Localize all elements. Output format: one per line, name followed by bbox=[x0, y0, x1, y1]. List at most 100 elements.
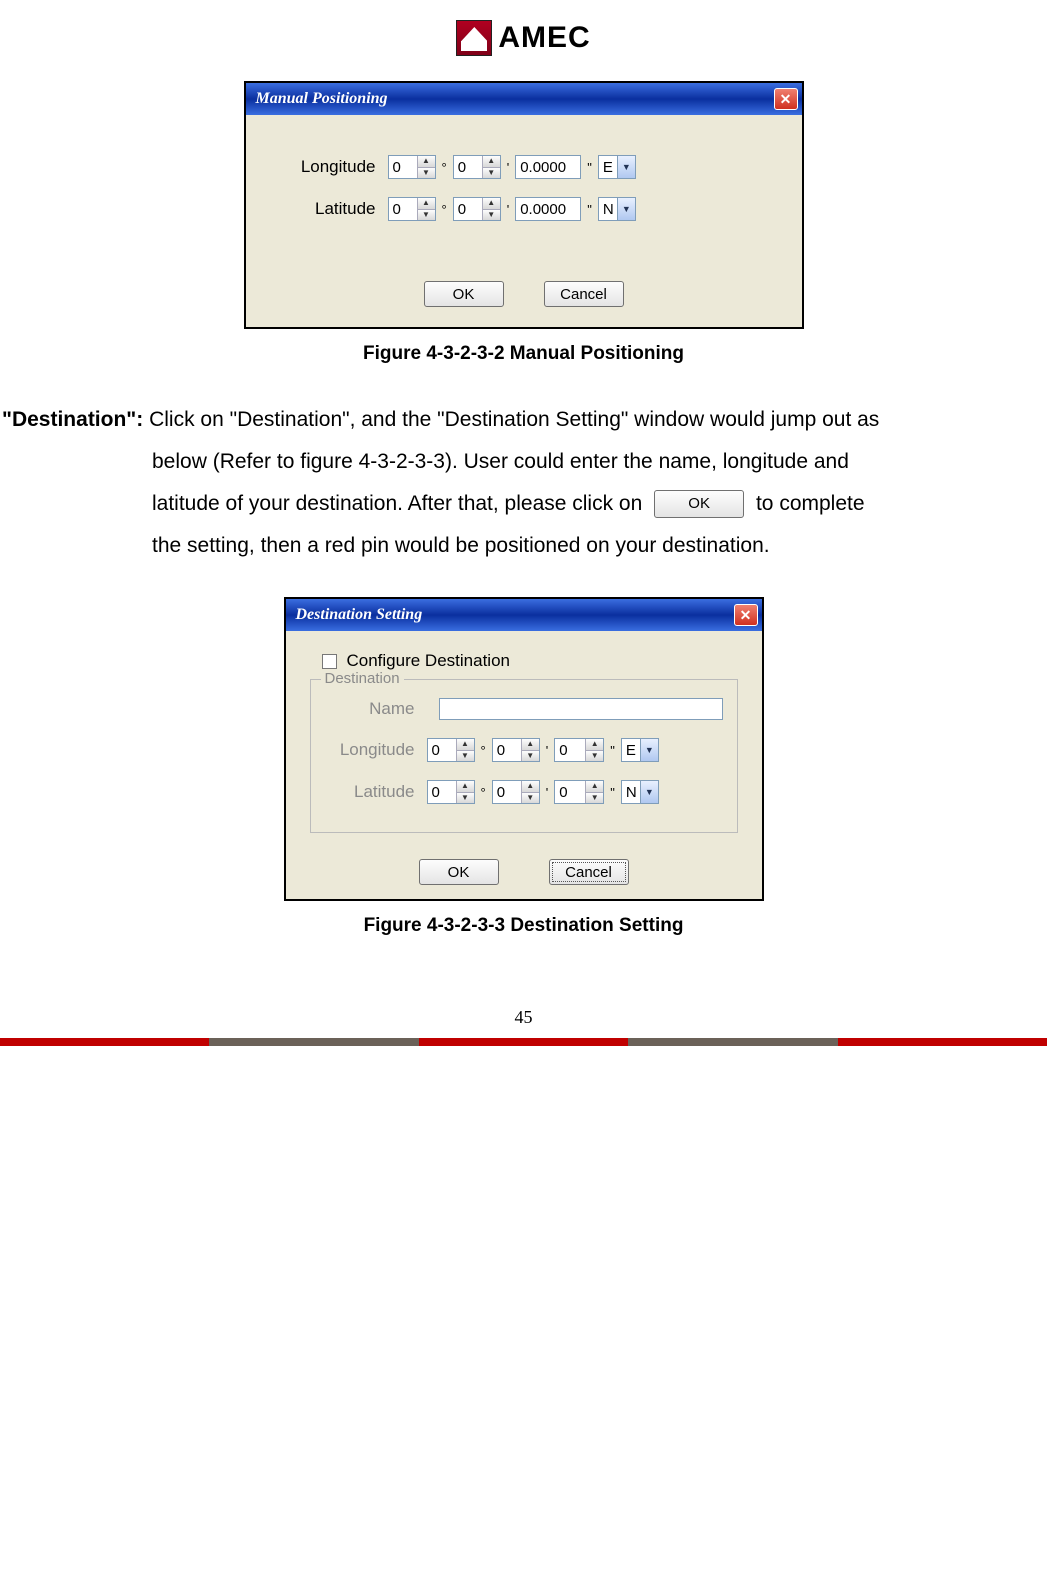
spinner[interactable]: ▲ ▼ bbox=[521, 781, 539, 803]
destination-setting-dialog: Destination Setting ✕ Configure Destinat… bbox=[284, 597, 764, 901]
spinner[interactable]: ▲ ▼ bbox=[521, 739, 539, 761]
up-arrow-icon[interactable]: ▲ bbox=[483, 198, 500, 210]
down-arrow-icon[interactable]: ▼ bbox=[457, 751, 474, 762]
chevron-down-icon[interactable]: ▼ bbox=[617, 198, 635, 220]
value: 0.0000 bbox=[516, 156, 580, 178]
latitude-degrees-input[interactable]: 0 ▲ ▼ bbox=[388, 197, 436, 221]
close-button[interactable]: ✕ bbox=[774, 88, 798, 110]
value: 0.0000 bbox=[516, 198, 580, 220]
up-arrow-icon[interactable]: ▲ bbox=[522, 781, 539, 793]
down-arrow-icon[interactable]: ▼ bbox=[522, 751, 539, 762]
logo-header: AMEC bbox=[0, 10, 1047, 81]
degree-symbol: ° bbox=[442, 202, 447, 217]
name-input[interactable] bbox=[439, 698, 723, 720]
minute-symbol: ' bbox=[507, 202, 509, 217]
spinner[interactable]: ▲ ▼ bbox=[585, 739, 603, 761]
down-arrow-icon[interactable]: ▼ bbox=[483, 210, 500, 221]
latitude-label: Latitude bbox=[276, 199, 376, 219]
down-arrow-icon[interactable]: ▼ bbox=[483, 168, 500, 179]
name-label: Name bbox=[325, 699, 415, 719]
second-symbol: " bbox=[610, 743, 615, 758]
figure-caption-1: Figure 4-3-2-3-2 Manual Positioning bbox=[0, 343, 1047, 365]
value: 0 bbox=[555, 739, 585, 761]
up-arrow-icon[interactable]: ▲ bbox=[418, 198, 435, 210]
chevron-down-icon[interactable]: ▼ bbox=[617, 156, 635, 178]
value: E bbox=[599, 159, 617, 176]
spinner[interactable]: ▲ ▼ bbox=[585, 781, 603, 803]
cancel-button[interactable]: Cancel bbox=[544, 281, 624, 307]
latitude-minutes-input[interactable]: 0 ▲ ▼ bbox=[492, 780, 540, 804]
longitude-seconds-input[interactable]: 0 ▲ ▼ bbox=[554, 738, 604, 762]
up-arrow-icon[interactable]: ▲ bbox=[586, 781, 603, 793]
longitude-row: Longitude 0 ▲ ▼ ° 0 ▲ ▼ bbox=[325, 738, 723, 762]
spinner[interactable]: ▲ ▼ bbox=[482, 156, 500, 178]
paragraph-line2: below (Refer to figure 4-3-2-3-3). User … bbox=[152, 450, 849, 473]
page-number: 45 bbox=[0, 1007, 1047, 1028]
degree-symbol: ° bbox=[481, 743, 486, 758]
latitude-direction-select[interactable]: N ▼ bbox=[621, 780, 659, 804]
up-arrow-icon[interactable]: ▲ bbox=[457, 781, 474, 793]
titlebar: Destination Setting ✕ bbox=[286, 599, 762, 631]
value: E bbox=[622, 742, 640, 759]
footer-bar-red bbox=[0, 1038, 209, 1046]
latitude-degrees-input[interactable]: 0 ▲ ▼ bbox=[427, 780, 475, 804]
close-button[interactable]: ✕ bbox=[734, 604, 758, 626]
longitude-label: Longitude bbox=[325, 740, 415, 760]
down-arrow-icon[interactable]: ▼ bbox=[586, 751, 603, 762]
down-arrow-icon[interactable]: ▼ bbox=[522, 793, 539, 804]
minute-symbol: ' bbox=[546, 785, 548, 800]
latitude-seconds-input[interactable]: 0.0000 bbox=[515, 197, 581, 221]
paragraph-lead: "Destination": bbox=[2, 408, 149, 431]
inline-ok-button[interactable]: OK bbox=[654, 490, 744, 518]
longitude-seconds-input[interactable]: 0.0000 bbox=[515, 155, 581, 179]
paragraph-line4: the setting, then a red pin would be pos… bbox=[152, 534, 770, 557]
down-arrow-icon[interactable]: ▼ bbox=[457, 793, 474, 804]
cancel-button[interactable]: Cancel bbox=[549, 859, 629, 885]
up-arrow-icon[interactable]: ▲ bbox=[483, 156, 500, 168]
document-page: AMEC Manual Positioning ✕ Longitude 0 ▲ … bbox=[0, 0, 1047, 1046]
up-arrow-icon[interactable]: ▲ bbox=[457, 739, 474, 751]
latitude-seconds-input[interactable]: 0 ▲ ▼ bbox=[554, 780, 604, 804]
degree-symbol: ° bbox=[481, 785, 486, 800]
down-arrow-icon[interactable]: ▼ bbox=[586, 793, 603, 804]
paragraph-line3b: to complete bbox=[756, 492, 865, 515]
footer-bar-gray bbox=[209, 1038, 418, 1046]
value: N bbox=[622, 784, 640, 801]
spinner[interactable]: ▲ ▼ bbox=[417, 198, 435, 220]
dialog-title: Destination Setting bbox=[296, 606, 423, 624]
footer-bar-red bbox=[419, 1038, 628, 1046]
up-arrow-icon[interactable]: ▲ bbox=[418, 156, 435, 168]
configure-destination-label: Configure Destination bbox=[347, 651, 510, 671]
latitude-minutes-input[interactable]: 0 ▲ ▼ bbox=[453, 197, 501, 221]
longitude-degrees-input[interactable]: 0 ▲ ▼ bbox=[388, 155, 436, 179]
longitude-minutes-input[interactable]: 0 ▲ ▼ bbox=[453, 155, 501, 179]
longitude-direction-select[interactable]: E ▼ bbox=[621, 738, 659, 762]
dialog-body: Configure Destination Destination Name L… bbox=[286, 631, 762, 899]
minute-symbol: ' bbox=[507, 160, 509, 175]
down-arrow-icon[interactable]: ▼ bbox=[418, 210, 435, 221]
value: 0 bbox=[389, 156, 417, 178]
longitude-row: Longitude 0 ▲ ▼ ° 0 ▲ ▼ ' bbox=[276, 155, 772, 179]
spinner[interactable]: ▲ ▼ bbox=[417, 156, 435, 178]
longitude-degrees-input[interactable]: 0 ▲ ▼ bbox=[427, 738, 475, 762]
spinner[interactable]: ▲ ▼ bbox=[456, 781, 474, 803]
latitude-direction-select[interactable]: N ▼ bbox=[598, 197, 636, 221]
ok-button[interactable]: OK bbox=[424, 281, 504, 307]
paragraph-line3a: latitude of your destination. After that… bbox=[152, 492, 648, 515]
manual-positioning-dialog: Manual Positioning ✕ Longitude 0 ▲ ▼ ° 0 bbox=[244, 81, 804, 329]
up-arrow-icon[interactable]: ▲ bbox=[586, 739, 603, 751]
longitude-direction-select[interactable]: E ▼ bbox=[598, 155, 636, 179]
ok-button[interactable]: OK bbox=[419, 859, 499, 885]
value: 0 bbox=[493, 739, 521, 761]
spinner[interactable]: ▲ ▼ bbox=[482, 198, 500, 220]
spinner[interactable]: ▲ ▼ bbox=[456, 739, 474, 761]
configure-destination-checkbox[interactable] bbox=[322, 654, 337, 669]
longitude-minutes-input[interactable]: 0 ▲ ▼ bbox=[492, 738, 540, 762]
button-row: OK Cancel bbox=[276, 281, 772, 307]
second-symbol: " bbox=[587, 160, 592, 175]
chevron-down-icon[interactable]: ▼ bbox=[640, 781, 658, 803]
chevron-down-icon[interactable]: ▼ bbox=[640, 739, 658, 761]
destination-fieldset: Destination Name Longitude 0 ▲ ▼ ° bbox=[310, 679, 738, 833]
up-arrow-icon[interactable]: ▲ bbox=[522, 739, 539, 751]
down-arrow-icon[interactable]: ▼ bbox=[418, 168, 435, 179]
